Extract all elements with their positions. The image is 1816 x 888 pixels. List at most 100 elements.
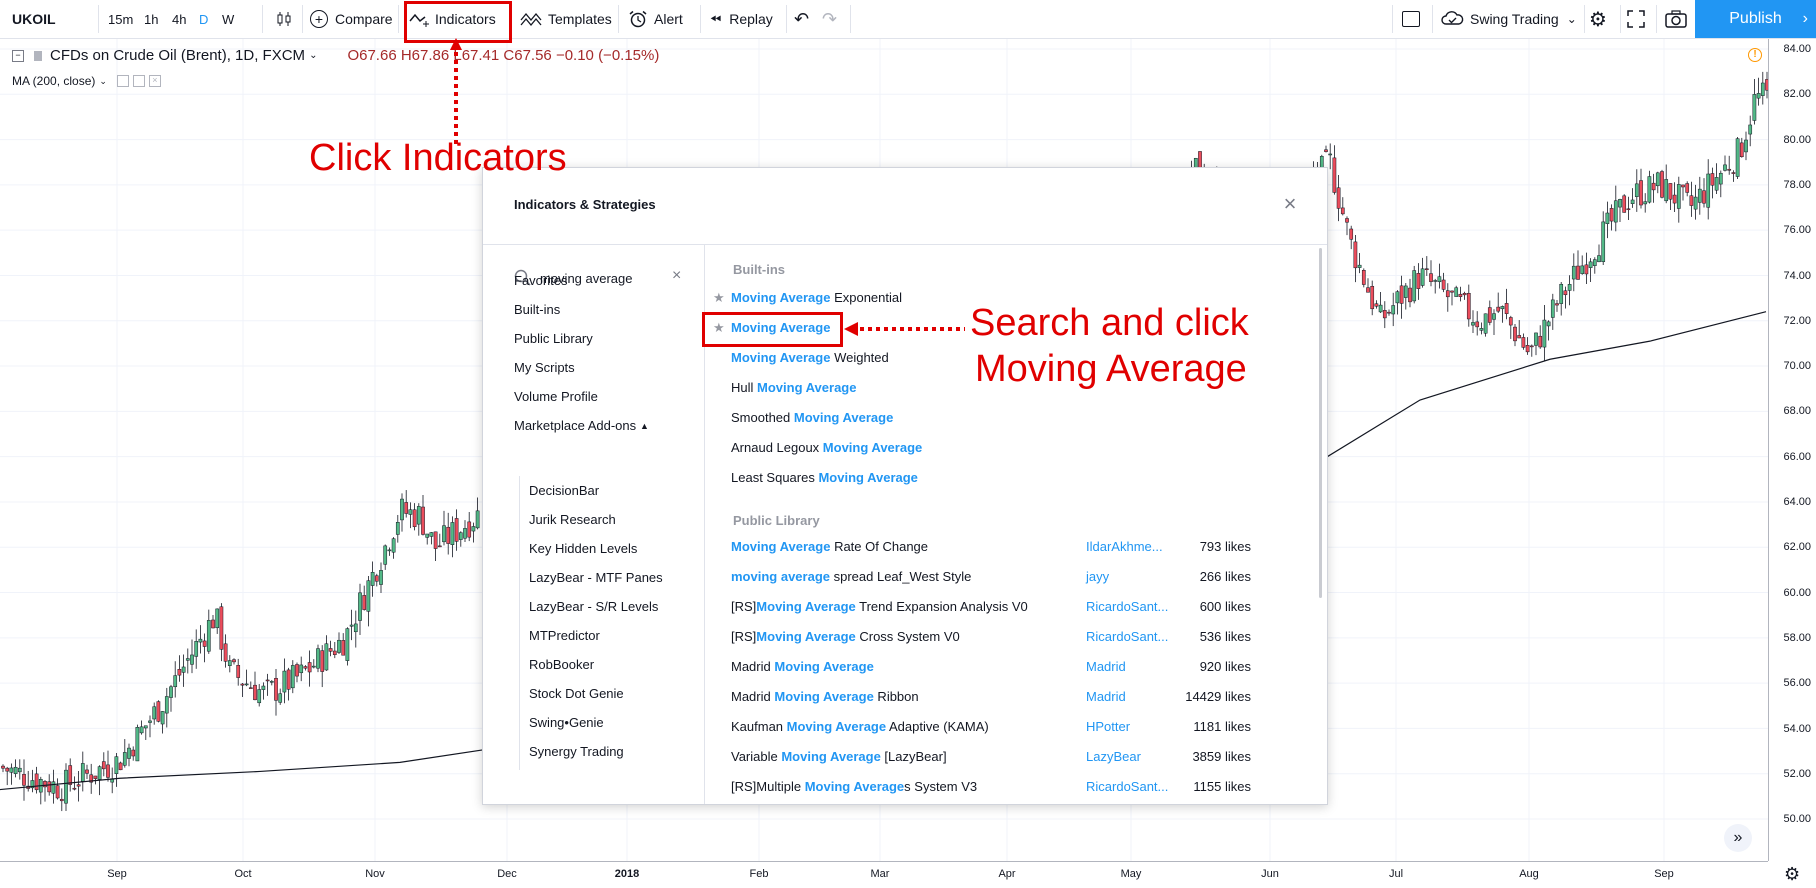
camera-icon[interactable] bbox=[1665, 0, 1687, 38]
time-label: Sep bbox=[1654, 868, 1674, 880]
indicator-row[interactable]: Hull Moving Average bbox=[731, 380, 856, 395]
clear-search-icon[interactable]: × bbox=[672, 267, 681, 285]
marketplace-item[interactable]: LazyBear - S/R Levels bbox=[529, 599, 658, 614]
gear-icon[interactable]: ⚙ bbox=[1589, 0, 1607, 38]
candle-body bbox=[328, 648, 333, 652]
candle-body bbox=[366, 580, 371, 612]
marketplace-item[interactable]: Synergy Trading bbox=[529, 744, 624, 759]
price-axis[interactable]: 84.00 82.00 80.00 78.00 76.00 74.00 72.00 70.00… bbox=[1768, 39, 1816, 861]
indicator-row[interactable]: [RS]Moving Average Cross System V0 bbox=[731, 629, 960, 644]
indicator-row[interactable]: Madrid Moving Average Ribbon bbox=[731, 689, 919, 704]
candle-body bbox=[169, 686, 173, 698]
indicator-row[interactable]: Moving Average Weighted bbox=[731, 350, 889, 365]
marketplace-item[interactable]: MTPredictor bbox=[529, 628, 600, 643]
indicator-row[interactable]: Arnaud Legoux Moving Average bbox=[731, 440, 922, 455]
close-icon[interactable]: × bbox=[1280, 193, 1300, 215]
author-link[interactable]: HPotter bbox=[1086, 719, 1130, 734]
marketplace-item[interactable]: Swing•Genie bbox=[529, 715, 604, 730]
candle-body bbox=[1655, 172, 1660, 187]
interval-15m[interactable]: 15m bbox=[108, 0, 133, 38]
indicator-name-part: Arnaud Legoux bbox=[731, 440, 823, 455]
chart-style-button[interactable] bbox=[272, 0, 296, 38]
eye-icon[interactable] bbox=[116, 75, 129, 87]
candle-body bbox=[1521, 337, 1526, 348]
marketplace-item[interactable]: Key Hidden Levels bbox=[529, 541, 637, 556]
chevron-down-icon[interactable]: ⌄ bbox=[99, 76, 107, 87]
annotation-click-indicators: Click Indicators bbox=[309, 137, 567, 179]
ma-study-label[interactable]: MA (200, close) bbox=[12, 74, 95, 88]
fullscreen-toggle-button[interactable] bbox=[1402, 0, 1420, 38]
indicator-row[interactable]: [RS]Moving Average Trend Expansion Analy… bbox=[731, 599, 1028, 614]
indicator-name-part: Madrid bbox=[731, 689, 775, 704]
price-label: 72.00 bbox=[1783, 314, 1811, 327]
candle-body bbox=[383, 545, 388, 565]
marketplace-item[interactable]: Stock Dot Genie bbox=[529, 686, 624, 701]
interval-d[interactable]: D bbox=[199, 0, 208, 38]
category-built-ins[interactable]: Built-ins bbox=[514, 302, 560, 317]
settings-icon[interactable] bbox=[132, 75, 145, 87]
time-axis[interactable]: Sep Oct Nov Dec 2018 Feb Mar Apr May Jun Jul Aug Sep bbox=[0, 861, 1768, 888]
flag-icon[interactable] bbox=[34, 50, 42, 61]
collapse-legend-icon[interactable]: − bbox=[12, 49, 24, 62]
author-link[interactable]: LazyBear bbox=[1086, 749, 1141, 764]
alert-button[interactable]: Alert bbox=[628, 0, 683, 38]
publish-button[interactable]: Publish › bbox=[1695, 0, 1816, 38]
category-my-scripts[interactable]: My Scripts bbox=[514, 360, 575, 375]
interval-1h[interactable]: 1h bbox=[144, 0, 158, 38]
warning-icon[interactable]: ! bbox=[1748, 48, 1762, 62]
layout-menu-button[interactable]: Swing Trading ⌄ bbox=[1440, 0, 1577, 38]
annotation-search-line1: Search and click bbox=[970, 302, 1249, 344]
candle-body bbox=[358, 592, 362, 621]
author-link[interactable]: jayy bbox=[1086, 569, 1109, 584]
indicator-row[interactable]: Variable Moving Average [LazyBear] bbox=[731, 749, 947, 764]
indicator-row[interactable]: Madrid Moving Average bbox=[731, 659, 874, 674]
star-icon[interactable]: ★ bbox=[713, 290, 725, 306]
marketplace-item[interactable]: LazyBear - MTF Panes bbox=[529, 570, 663, 585]
category-marketplace-add-ons[interactable]: Marketplace Add-ons bbox=[514, 418, 636, 433]
author-link[interactable]: Madrid bbox=[1086, 689, 1126, 704]
replay-button[interactable]: ⏪︎ Replay bbox=[710, 0, 773, 38]
author-link[interactable]: IldarAkhme... bbox=[1086, 539, 1163, 554]
category-volume-profile[interactable]: Volume Profile bbox=[514, 389, 598, 404]
author-link[interactable]: RicardoSant... bbox=[1086, 629, 1168, 644]
marketplace-item[interactable]: DecisionBar bbox=[529, 483, 599, 498]
undo-icon[interactable]: ↶ bbox=[794, 0, 809, 38]
author-link[interactable]: RicardoSant... bbox=[1086, 779, 1168, 794]
indicator-row[interactable]: Moving Average Exponential bbox=[731, 290, 902, 305]
candle-body bbox=[454, 518, 459, 542]
compare-button[interactable]: + Compare bbox=[310, 0, 393, 38]
indicator-row[interactable]: Smoothed Moving Average bbox=[731, 410, 893, 425]
indicator-row[interactable]: Least Squares Moving Average bbox=[731, 470, 918, 485]
candle-body bbox=[1399, 285, 1404, 304]
interval-w[interactable]: W bbox=[222, 0, 234, 38]
templates-button[interactable]: Templates bbox=[520, 0, 612, 38]
marketplace-item[interactable]: Jurik Research bbox=[529, 512, 616, 527]
axis-settings-icon[interactable]: ⚙ bbox=[1784, 864, 1800, 885]
interval-4h[interactable]: 4h bbox=[172, 0, 186, 38]
dialog-title: Indicators & Strategies bbox=[514, 197, 656, 212]
author-link[interactable]: Madrid bbox=[1086, 659, 1126, 674]
candle-body bbox=[164, 696, 169, 714]
chevron-down-icon[interactable]: ⌄ bbox=[309, 50, 317, 61]
indicator-name-part: [RS] bbox=[731, 629, 757, 644]
author-link[interactable]: RicardoSant... bbox=[1086, 599, 1168, 614]
indicator-row[interactable]: Kaufman Moving Average Adaptive (KAMA) bbox=[731, 719, 989, 734]
candle-body bbox=[1492, 313, 1496, 320]
fullscreen-icon[interactable] bbox=[1627, 0, 1645, 38]
marketplace-item[interactable]: RobBooker bbox=[529, 657, 594, 672]
candle-body bbox=[1605, 212, 1610, 224]
remove-icon[interactable]: × bbox=[148, 75, 161, 87]
redo-icon[interactable]: ↷ bbox=[822, 0, 837, 38]
indicator-row[interactable]: moving average spread Leaf_West Style bbox=[731, 569, 971, 584]
symbol-search[interactable]: UKOIL bbox=[12, 0, 56, 38]
candle-body bbox=[1416, 273, 1421, 289]
indicator-row[interactable]: [RS]Multiple Moving Averages System V3 bbox=[731, 779, 977, 794]
category-public-library[interactable]: Public Library bbox=[514, 331, 593, 346]
symbol-description[interactable]: CFDs on Crude Oil (Brent), 1D, FXCM bbox=[50, 47, 305, 64]
candle-body bbox=[1651, 182, 1656, 191]
scroll-to-realtime-button[interactable]: » bbox=[1724, 824, 1752, 852]
scrollbar[interactable] bbox=[1319, 248, 1322, 598]
indicator-row[interactable]: Moving Average Rate Of Change bbox=[731, 539, 928, 554]
category-favorites[interactable]: Favorites bbox=[514, 273, 567, 288]
indicator-name-part: Variable bbox=[731, 749, 782, 764]
